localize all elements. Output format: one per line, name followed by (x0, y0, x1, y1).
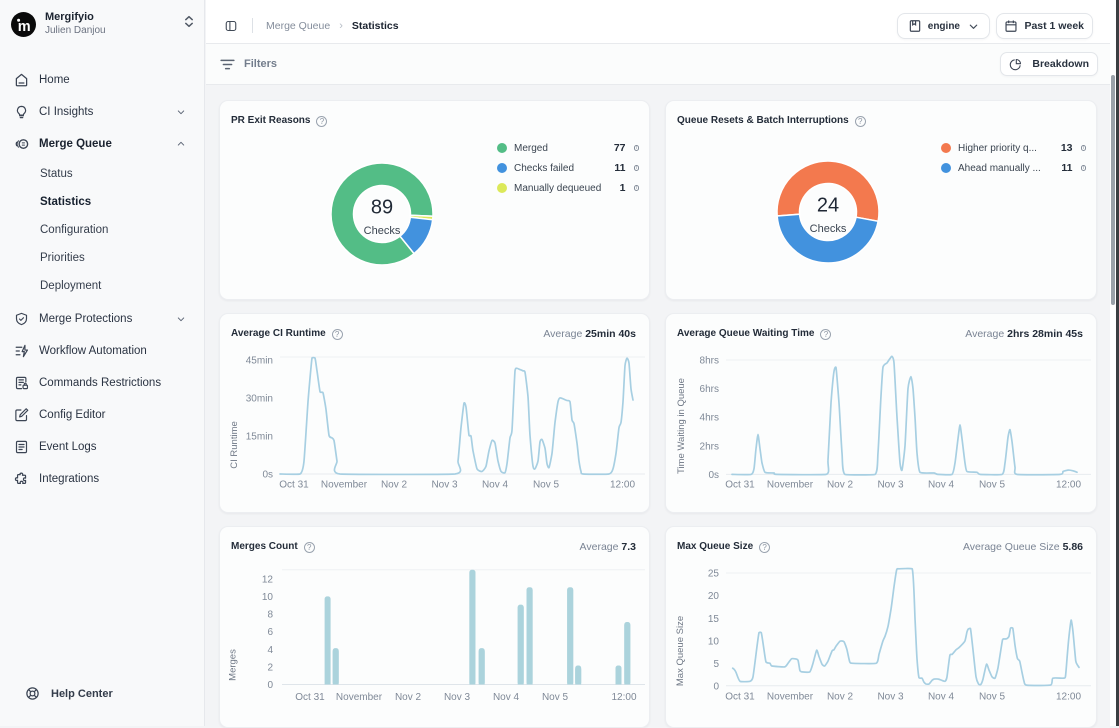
svg-text:Oct 31: Oct 31 (725, 480, 755, 491)
svg-text:Oct 31: Oct 31 (295, 692, 325, 703)
svg-text:Nov 4: Nov 4 (493, 692, 520, 703)
svg-text:m: m (18, 19, 31, 35)
svg-text:Time Waiting in Queue: Time Waiting in Queue (676, 378, 687, 474)
svg-text:CI Runtime: CI Runtime (229, 421, 240, 469)
svg-text:November: November (767, 692, 814, 703)
svg-text:20: 20 (708, 591, 720, 602)
svg-text:30min: 30min (246, 394, 273, 405)
svg-text:4hrs: 4hrs (700, 413, 719, 424)
svg-text:November: November (321, 480, 368, 491)
svg-text:Checks: Checks (364, 225, 401, 237)
svg-text:Nov 5: Nov 5 (533, 480, 560, 491)
svg-text:0s: 0s (262, 470, 273, 481)
svg-text:Nov 2: Nov 2 (827, 692, 854, 703)
svg-text:89: 89 (371, 197, 393, 219)
svg-text:Nov 5: Nov 5 (979, 480, 1006, 491)
svg-text:Nov 3: Nov 3 (877, 480, 904, 491)
svg-text:2: 2 (267, 662, 273, 673)
svg-text:Nov 4: Nov 4 (482, 480, 509, 491)
svg-text:Nov 3: Nov 3 (431, 480, 458, 491)
svg-text:2hrs: 2hrs (700, 441, 719, 452)
svg-text:Nov 2: Nov 2 (381, 480, 408, 491)
svg-text:Max Queue Size: Max Queue Size (675, 616, 686, 686)
svg-text:10: 10 (708, 637, 720, 648)
svg-text:Nov 5: Nov 5 (542, 692, 569, 703)
svg-text:November: November (336, 692, 383, 703)
svg-text:15: 15 (708, 614, 720, 625)
svg-text:10: 10 (262, 592, 274, 603)
svg-text:6: 6 (267, 627, 273, 638)
svg-text:Checks: Checks (810, 223, 847, 235)
svg-text:0: 0 (267, 680, 273, 691)
svg-text:5: 5 (713, 659, 719, 670)
svg-text:Nov 4: Nov 4 (928, 692, 955, 703)
svg-text:Merges: Merges (228, 649, 239, 681)
svg-text:Oct 31: Oct 31 (725, 692, 755, 703)
svg-text:November: November (767, 480, 814, 491)
svg-text:Oct 31: Oct 31 (279, 480, 309, 491)
svg-text:Nov 5: Nov 5 (979, 692, 1006, 703)
svg-text:24: 24 (817, 195, 839, 217)
svg-text:8: 8 (267, 610, 273, 621)
svg-text:12:00: 12:00 (1056, 480, 1081, 491)
svg-text:4: 4 (267, 645, 273, 656)
svg-text:15min: 15min (246, 432, 273, 443)
svg-text:12:00: 12:00 (611, 692, 636, 703)
svg-text:Nov 2: Nov 2 (395, 692, 422, 703)
svg-text:0s: 0s (708, 470, 719, 481)
svg-text:25: 25 (708, 569, 720, 580)
svg-text:12:00: 12:00 (1056, 692, 1081, 703)
svg-text:Nov 2: Nov 2 (827, 480, 854, 491)
svg-text:45min: 45min (246, 356, 273, 367)
svg-text:0: 0 (713, 681, 719, 692)
svg-text:8hrs: 8hrs (700, 356, 719, 367)
svg-text:Nov 3: Nov 3 (444, 692, 471, 703)
svg-text:12: 12 (262, 574, 274, 585)
svg-text:12:00: 12:00 (610, 480, 635, 491)
svg-text:6hrs: 6hrs (700, 384, 719, 395)
svg-text:Nov 4: Nov 4 (928, 480, 955, 491)
svg-text:Nov 3: Nov 3 (877, 692, 904, 703)
